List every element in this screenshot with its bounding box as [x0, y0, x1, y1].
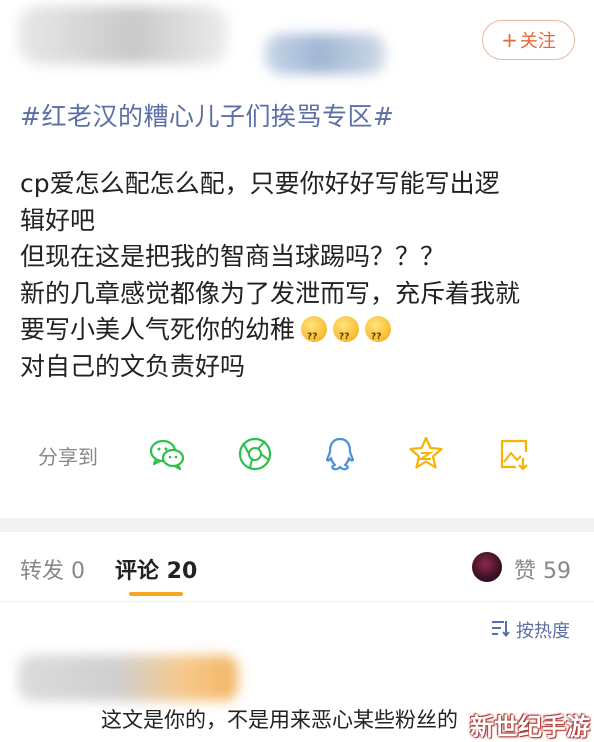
tab-like[interactable]: 赞 59 [514, 553, 571, 585]
tab-comment[interactable]: 评论 20 [115, 553, 197, 585]
post-line: 要写小美人气死你的幼稚 [20, 315, 296, 344]
post-line: 新的几章感觉都像为了发泄而写，充斥着我就 [20, 278, 521, 308]
blurred-username [18, 6, 228, 64]
blurred-user-info [265, 34, 385, 74]
post-line: 对自己的文负责好吗 [20, 351, 246, 381]
confused-emoji-icon [365, 316, 392, 356]
plus-icon: + [501, 28, 518, 52]
sort-by-hot-button[interactable]: 按热度 [490, 617, 570, 643]
share-label: 分享到 [38, 445, 98, 469]
tabs-divider [0, 601, 594, 602]
post-line-with-emoji: 要写小美人气死你的幼稚 [20, 312, 580, 356]
save-image-icon[interactable] [494, 434, 534, 474]
watermark: 新世纪手游 [470, 713, 590, 741]
moments-icon[interactable] [235, 434, 275, 474]
section-divider [0, 518, 594, 532]
post-line: 辑好吧 [20, 205, 96, 235]
post-line: 但现在这是把我的智商当球踢吗？？？ [20, 242, 446, 271]
active-tab-indicator [129, 592, 183, 596]
post-body: cp爱怎么配怎么配，只要你好好写能写出逻 辑好吧 但现在这是把我的智商当球踢吗？… [20, 166, 580, 385]
liker-avatar[interactable] [472, 552, 502, 582]
sort-label: 按热度 [516, 621, 570, 642]
qq-icon[interactable] [320, 434, 360, 474]
qzone-icon[interactable] [406, 434, 446, 474]
wechat-icon[interactable] [147, 434, 187, 474]
comment-text: 这文是你的，不是用来恶心某些粉丝的 [101, 708, 458, 732]
follow-button-label: 关注 [519, 31, 556, 52]
tab-repost[interactable]: 转发 0 [20, 553, 85, 585]
follow-button[interactable]: + 关注 [482, 20, 575, 60]
sort-icon [490, 619, 510, 642]
confused-emoji-icon [333, 316, 360, 356]
confused-emoji-icon [301, 316, 328, 356]
blurred-commenter [18, 655, 238, 701]
topic-link[interactable]: #红老汉的糟心儿子们挨骂专区# [20, 97, 394, 133]
post-line: cp爱怎么配怎么配，只要你好好写能写出逻 [20, 169, 500, 198]
